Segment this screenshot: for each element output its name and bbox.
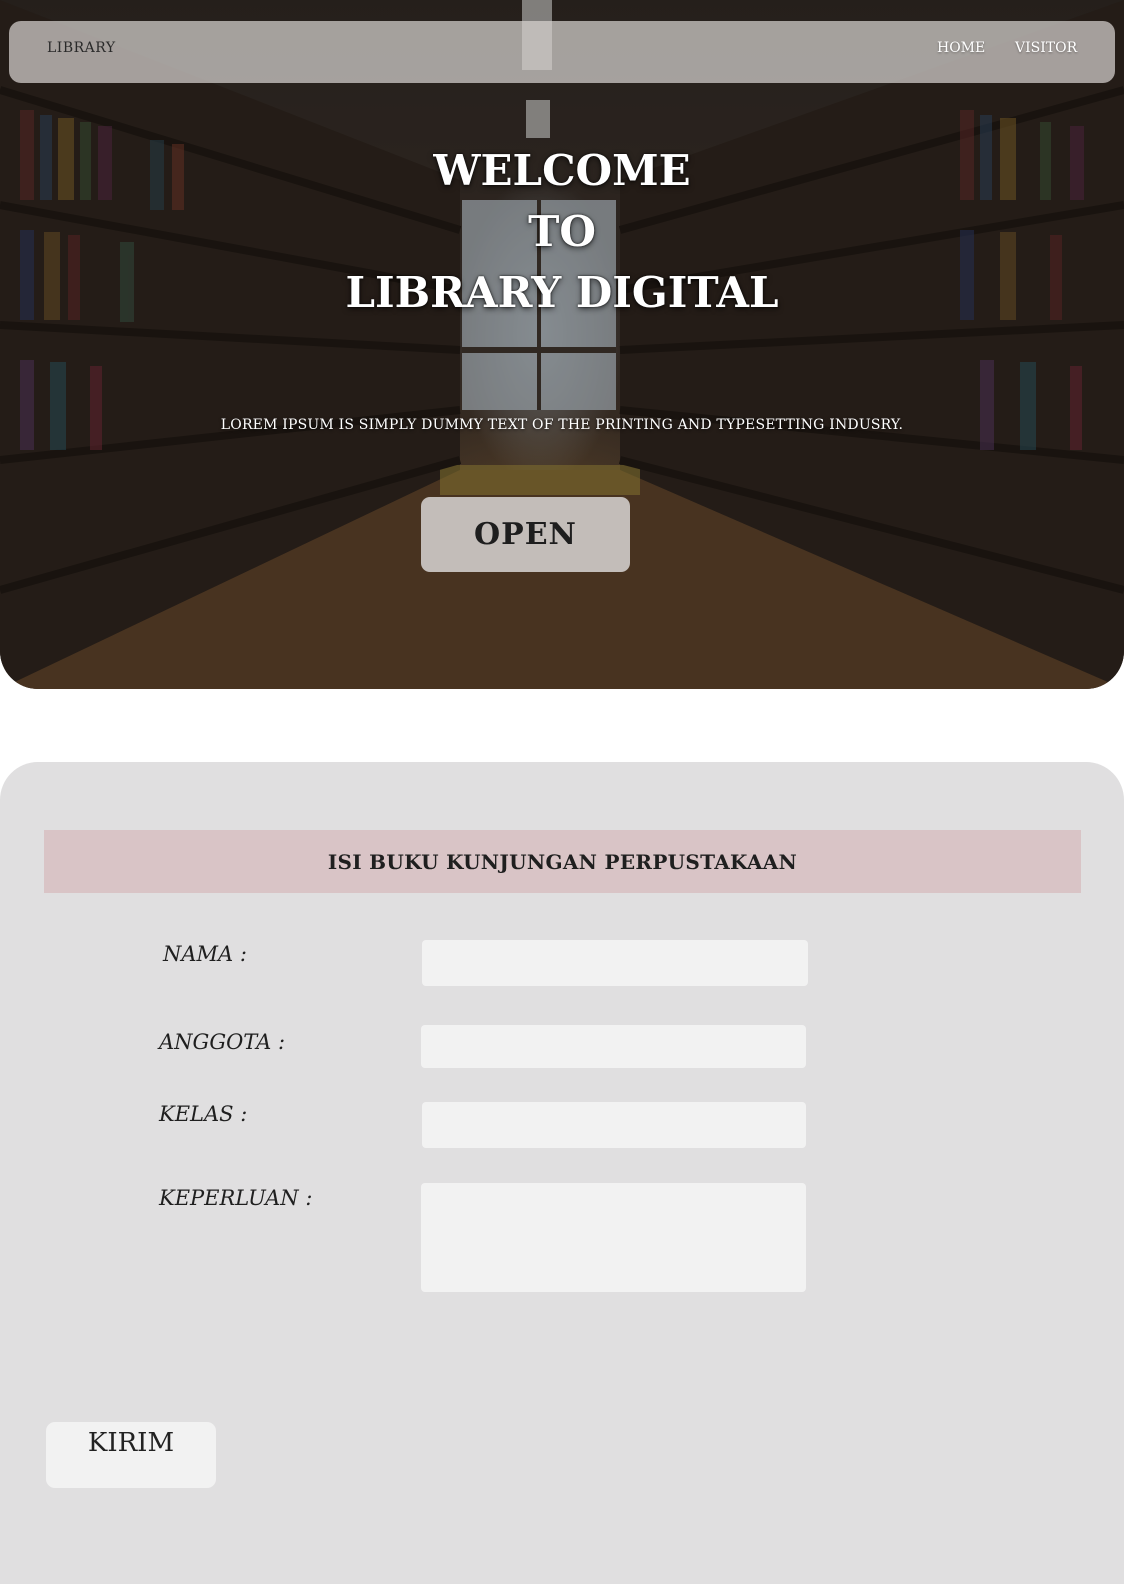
kelas-input[interactable] xyxy=(422,1102,806,1148)
hero-title-line-3: LIBRARY DIGITAL xyxy=(345,268,779,317)
kelas-label: KELAS : xyxy=(159,1102,248,1126)
nav-link-home[interactable]: HOME xyxy=(937,40,985,56)
hero-section: LIBRARY HOME VISITOR WELCOME TO LIBRARY … xyxy=(0,0,1124,689)
hero-subtitle: LOREM IPSUM IS SIMPLY DUMMY TEXT OF THE … xyxy=(220,417,904,433)
top-navbar: LIBRARY HOME VISITOR xyxy=(9,21,1115,83)
brand-logo-text[interactable]: LIBRARY xyxy=(47,40,116,56)
visitor-form-card: ISI BUKU KUNJUNGAN PERPUSTAKAAN NAMA : A… xyxy=(0,762,1124,1584)
keperluan-label: KEPERLUAN : xyxy=(159,1186,313,1210)
open-button[interactable]: OPEN xyxy=(421,497,630,572)
anggota-input[interactable] xyxy=(421,1025,806,1068)
anggota-label: ANGGOTA : xyxy=(159,1030,286,1054)
nama-label: NAMA : xyxy=(163,942,247,966)
keperluan-textarea[interactable] xyxy=(421,1183,806,1292)
hero-title: WELCOME TO LIBRARY DIGITAL xyxy=(262,140,862,323)
hero-overlay xyxy=(0,0,1124,689)
nama-input[interactable] xyxy=(422,940,808,986)
hero-title-line-1: WELCOME xyxy=(433,146,691,195)
form-title: ISI BUKU KUNJUNGAN PERPUSTAKAAN xyxy=(44,830,1081,893)
nav-link-visitor[interactable]: VISITOR xyxy=(1015,40,1077,56)
hero-title-line-2: TO xyxy=(528,207,596,256)
kirim-submit-button[interactable]: KIRIM xyxy=(46,1422,216,1488)
